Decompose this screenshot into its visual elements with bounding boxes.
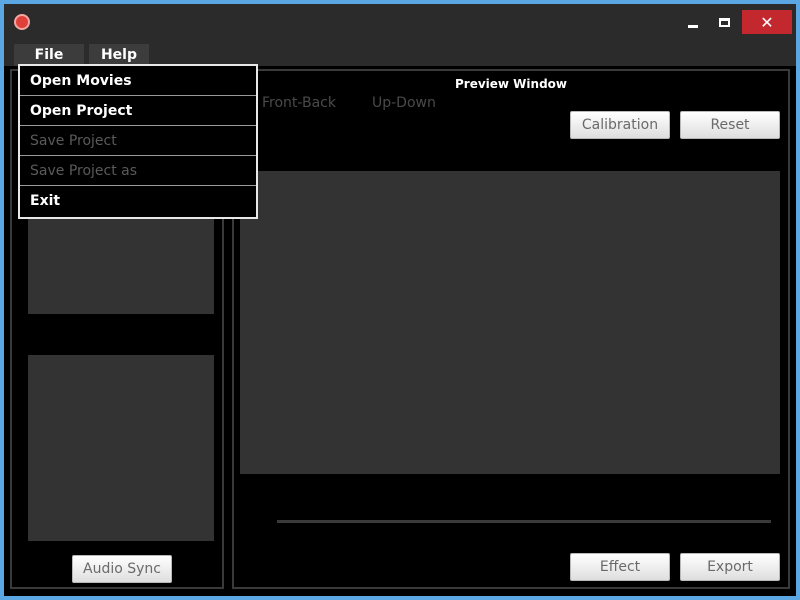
menu-file[interactable]: File — [14, 44, 84, 66]
clip-thumbnail-1[interactable] — [28, 216, 214, 314]
preview-panel: Preview Window Front-Back Up-Down Calibr… — [232, 69, 790, 589]
close-button[interactable]: ✕ — [742, 10, 792, 34]
minimize-button[interactable] — [682, 10, 704, 34]
export-button[interactable]: Export — [680, 553, 780, 581]
tab-up-down[interactable]: Up-Down — [372, 95, 436, 111]
maximize-icon — [718, 17, 730, 27]
menu-help[interactable]: Help — [89, 44, 149, 66]
tab-front-back[interactable]: Front-Back — [262, 95, 336, 111]
app-logo-icon — [14, 14, 30, 30]
maximize-button[interactable] — [712, 10, 736, 34]
menu-item-open-movies[interactable]: Open Movies — [20, 66, 256, 96]
menu-item-open-project[interactable]: Open Project — [20, 96, 256, 126]
menu-bar: File Help — [4, 38, 796, 66]
app-window: ✕ File Help Audio Sync Preview Window Fr… — [0, 0, 800, 600]
title-bar: ✕ — [4, 4, 796, 38]
preview-canvas[interactable] — [240, 171, 780, 474]
minimize-icon — [688, 24, 698, 28]
close-icon: ✕ — [760, 12, 774, 32]
preview-title: Preview Window — [454, 77, 567, 91]
menu-item-save-project: Save Project — [20, 126, 256, 156]
menu-item-exit[interactable]: Exit — [20, 186, 256, 216]
effect-button[interactable]: Effect — [570, 553, 670, 581]
clip-thumbnail-2[interactable] — [28, 355, 214, 541]
menu-item-save-project-as: Save Project as — [20, 156, 256, 186]
audio-sync-button[interactable]: Audio Sync — [72, 555, 172, 583]
file-menu-dropdown: Open Movies Open Project Save Project Sa… — [18, 64, 258, 219]
timeline-slider[interactable] — [277, 520, 771, 523]
calibration-button[interactable]: Calibration — [570, 111, 670, 139]
reset-button[interactable]: Reset — [680, 111, 780, 139]
